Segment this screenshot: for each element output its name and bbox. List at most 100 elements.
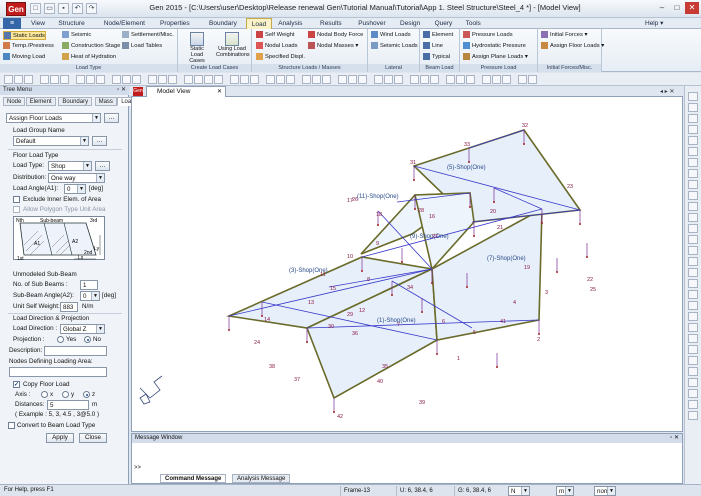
load-angle-select[interactable]: 0 ▼ <box>64 184 86 194</box>
save-icon[interactable]: ▪ <box>58 3 69 14</box>
construction-stage-button[interactable]: Construction Stage <box>62 42 120 51</box>
toolbar-tool-icon[interactable] <box>302 75 311 84</box>
toolbar-tool-icon[interactable] <box>384 75 393 84</box>
toolbar-tool-icon[interactable] <box>194 75 203 84</box>
toolbar-tool-icon[interactable] <box>214 75 223 84</box>
view-tool-icon[interactable] <box>688 257 698 266</box>
view-tool-icon[interactable] <box>688 367 698 376</box>
axis-y-radio[interactable] <box>62 391 69 398</box>
distribution-select[interactable]: One way ▼ <box>48 173 105 183</box>
minimize-icon[interactable]: – <box>655 2 669 14</box>
toolbar-tool-icon[interactable] <box>132 75 141 84</box>
toolbar-tool-icon[interactable] <box>204 75 213 84</box>
toolbar-tool-icon[interactable] <box>492 75 501 84</box>
tree-tab-node[interactable]: Node <box>3 97 26 106</box>
toolbar-tool-icon[interactable] <box>358 75 367 84</box>
menu-tab-pushover[interactable]: Pushover <box>353 18 390 29</box>
pressure-loads-button[interactable]: Pressure Loads <box>463 31 513 40</box>
toolbar-tool-icon[interactable] <box>276 75 285 84</box>
toolbar-tool-icon[interactable] <box>184 75 193 84</box>
toolbar-tool-icon[interactable] <box>482 75 491 84</box>
nodes-defining-input[interactable] <box>9 367 107 377</box>
toolbar-tool-icon[interactable] <box>446 75 455 84</box>
toolbar-tool-icon[interactable] <box>528 75 537 84</box>
toolbar-tool-icon[interactable] <box>60 75 69 84</box>
toolbar-tool-icon[interactable] <box>466 75 475 84</box>
nodal-masses-button[interactable]: Nodal Masses ▾ <box>308 42 358 51</box>
menu-tab-structure[interactable]: Structure <box>53 18 89 29</box>
nodal-body-force-button[interactable]: Nodal Body Force <box>308 31 363 40</box>
new-file-icon[interactable]: □ <box>30 3 41 14</box>
command-more-button[interactable]: … <box>104 113 119 123</box>
moving-load-button[interactable]: Moving Load <box>3 53 45 62</box>
copy-floor-load-checkbox[interactable]: ✓ <box>13 381 20 388</box>
toolbar-tool-icon[interactable] <box>148 75 157 84</box>
toolbar-tool-icon[interactable] <box>502 75 511 84</box>
menu-tab-results[interactable]: Results <box>315 18 347 29</box>
initial-forces-button[interactable]: Initial Forces ▾ <box>541 31 587 40</box>
file-menu-button[interactable]: ≡ <box>3 18 21 29</box>
view-tool-icon[interactable] <box>688 290 698 299</box>
tab-close-icon[interactable]: ✕ <box>217 87 222 97</box>
load-direction-select[interactable]: Global Z ▼ <box>60 324 105 334</box>
command-message-tab[interactable]: Command Message <box>160 474 227 483</box>
view-tool-icon[interactable] <box>688 378 698 387</box>
load-group-more-button[interactable]: … <box>92 136 107 146</box>
view-tool-icon[interactable] <box>688 224 698 233</box>
menu-tab-properties[interactable]: Properties <box>155 18 195 29</box>
toolbar-tool-icon[interactable] <box>410 75 419 84</box>
tree-tab-boundary[interactable]: Boundary <box>58 97 93 106</box>
view-tool-icon[interactable] <box>688 279 698 288</box>
app-logo-icon[interactable]: Gen <box>6 2 26 16</box>
force-unit-select[interactable]: N ▼ <box>508 486 530 496</box>
toolbar-tool-icon[interactable] <box>322 75 331 84</box>
view-tool-icon[interactable] <box>688 334 698 343</box>
view-tool-icon[interactable] <box>688 202 698 211</box>
menu-tab-analysis[interactable]: Analysis <box>273 18 307 29</box>
assign-floor-loads-button[interactable]: Assign Floor Loads ▾ <box>541 42 604 51</box>
menu-tab-view[interactable]: View <box>26 18 50 29</box>
command-prompt[interactable]: >> <box>134 465 141 471</box>
undo-icon[interactable]: ↶ <box>72 3 83 14</box>
load-group-select[interactable]: Default ▼ <box>13 136 89 146</box>
view-tool-icon[interactable] <box>688 345 698 354</box>
panel-pin-close-icon[interactable]: ▫ ✕ <box>117 86 126 95</box>
model-view-tab[interactable]: Model View ✕ <box>146 86 226 97</box>
toolbar-tool-icon[interactable] <box>40 75 49 84</box>
menu-tab-tools[interactable]: Tools <box>461 18 486 29</box>
load-type-select[interactable]: Shop ▼ <box>48 161 92 171</box>
maximize-icon[interactable]: □ <box>670 2 684 14</box>
toolbar-tool-icon[interactable] <box>96 75 105 84</box>
length-unit-select[interactable]: m ▼ <box>556 486 574 496</box>
view-tool-icon[interactable] <box>688 301 698 310</box>
menu-tab-node-element[interactable]: Node/Element <box>99 18 150 29</box>
menu-tab-load[interactable]: Load <box>245 18 273 29</box>
view-tool-icon[interactable] <box>688 136 698 145</box>
beam-element-button[interactable]: Element <box>423 31 453 40</box>
toolbar-tool-icon[interactable] <box>338 75 347 84</box>
toolbar-tool-icon[interactable] <box>286 75 295 84</box>
toolbar-tool-icon[interactable] <box>158 75 167 84</box>
view-tool-icon[interactable] <box>688 147 698 156</box>
load-type-more-button[interactable]: … <box>95 161 110 171</box>
toolbar-tool-icon[interactable] <box>394 75 403 84</box>
allow-polygon-checkbox[interactable] <box>13 206 20 213</box>
toolbar-tool-icon[interactable] <box>230 75 239 84</box>
axis-z-radio[interactable] <box>83 391 90 398</box>
load-tables-button[interactable]: Load Tables <box>122 42 162 51</box>
view-tool-icon[interactable] <box>688 103 698 112</box>
view-tool-icon[interactable] <box>688 125 698 134</box>
nodal-loads-button[interactable]: Nodal Loads <box>256 42 298 51</box>
close-icon[interactable]: ✕ <box>685 2 699 14</box>
document-nav-icons[interactable]: ◂ ▸ ✕ <box>660 88 674 95</box>
toolbar-tool-icon[interactable] <box>374 75 383 84</box>
no-sub-beams-input[interactable]: 1 <box>80 280 98 290</box>
view-tool-icon[interactable] <box>688 158 698 167</box>
settlement-misc-button[interactable]: Settlement/Misc. <box>122 31 174 40</box>
self-weight-button[interactable]: Self Weight <box>256 31 295 40</box>
view-tool-icon[interactable] <box>688 213 698 222</box>
toolbar-tool-icon[interactable] <box>122 75 131 84</box>
toolbar-tool-icon[interactable] <box>112 75 121 84</box>
exclude-inner-checkbox[interactable] <box>13 196 20 203</box>
view-tool-icon[interactable] <box>688 356 698 365</box>
